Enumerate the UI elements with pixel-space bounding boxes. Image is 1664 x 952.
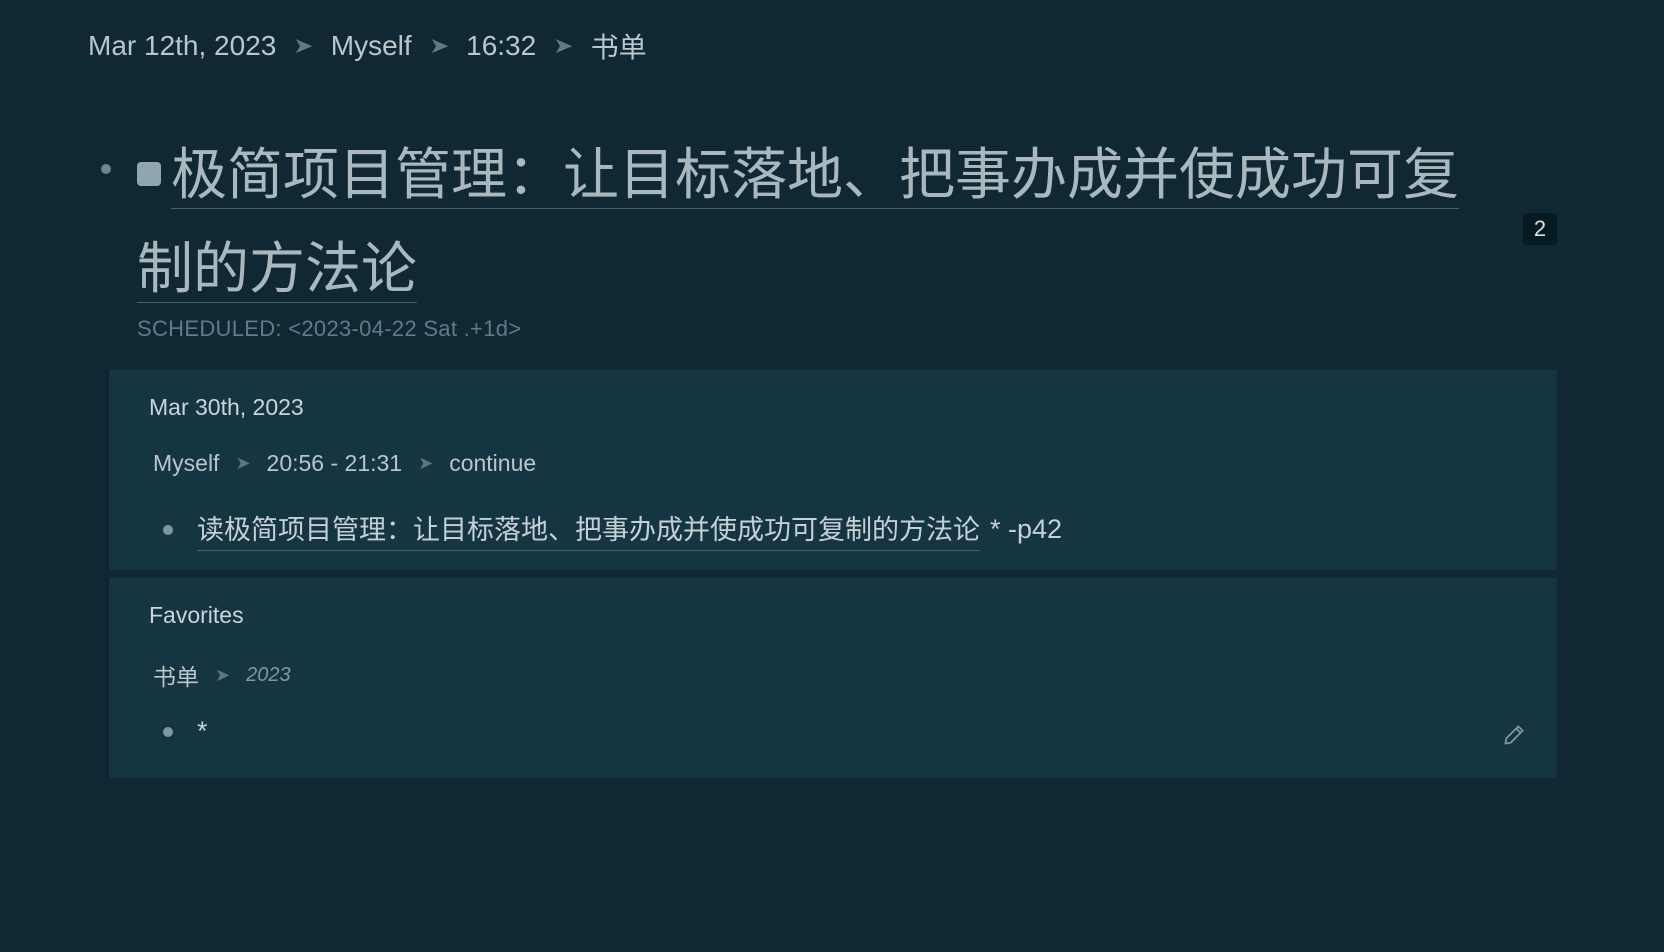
- block-title[interactable]: 极简项目管理：让目标落地、把事办成并使成功可复 制的方法论: [137, 128, 1477, 316]
- block-bullet[interactable]: [163, 524, 173, 535]
- breadcrumb-item-booklist[interactable]: 书单: [591, 26, 647, 66]
- chevron-right-icon: ➤: [215, 664, 231, 685]
- breadcrumb: Mar 12th, 2023 ➤ Myself ➤ 16:32 ➤ 书单: [88, 26, 647, 66]
- page: Mar 12th, 2023 ➤ Myself ➤ 16:32 ➤ 书单 极简项…: [0, 0, 1664, 952]
- block-bullet[interactable]: [163, 726, 173, 737]
- breadcrumb-item-myself[interactable]: Myself: [331, 30, 412, 62]
- block-title-line-2[interactable]: 制的方法论: [137, 237, 417, 303]
- reference-path-item[interactable]: continue: [449, 450, 536, 477]
- reference-path-item[interactable]: Myself: [153, 450, 219, 477]
- reference-path-item[interactable]: 书单: [153, 658, 199, 692]
- reference-panel-journal: Mar 30th, 2023 Myself ➤ 20:56 - 21:31 ➤ …: [106, 370, 1557, 570]
- reference-path: Myself ➤ 20:56 - 21:31 ➤ continue: [153, 450, 536, 477]
- chevron-right-icon: ➤: [428, 33, 450, 58]
- scheduled-date[interactable]: SCHEDULED: <2023-04-22 Sat .+1d>: [137, 316, 521, 342]
- reference-block-suffix: * -p42: [990, 514, 1063, 544]
- reference-block-text: *: [197, 716, 208, 746]
- breadcrumb-item-date[interactable]: Mar 12th, 2023: [88, 30, 276, 62]
- reference-count-badge[interactable]: 2: [1523, 213, 1557, 245]
- reference-page-title[interactable]: Favorites: [149, 602, 244, 629]
- block-title-line-1[interactable]: 极简项目管理：让目标落地、把事办成并使成功可复: [171, 143, 1459, 209]
- reference-block-link[interactable]: 读极简项目管理：让目标落地、把事办成并使成功可复制的方法论: [197, 508, 980, 551]
- chevron-right-icon: ➤: [553, 33, 574, 58]
- chevron-right-icon: ➤: [418, 453, 434, 473]
- pencil-icon[interactable]: [1501, 722, 1527, 748]
- reference-block[interactable]: *: [163, 716, 208, 747]
- breadcrumb-item-time[interactable]: 16:32: [466, 30, 536, 62]
- block-bullet[interactable]: [101, 164, 111, 174]
- chevron-right-icon: ➤: [235, 453, 251, 473]
- reference-panel-favorites: Favorites 书单 ➤ 2023 *: [106, 578, 1557, 778]
- reference-page-title[interactable]: Mar 30th, 2023: [149, 394, 304, 421]
- reference-path: 书单 ➤ 2023: [153, 658, 291, 692]
- reference-path-item[interactable]: 2023: [246, 664, 291, 687]
- reference-path-item[interactable]: 20:56 - 21:31: [267, 450, 403, 477]
- reference-block[interactable]: 读极简项目管理：让目标落地、把事办成并使成功可复制的方法论 * -p42: [163, 508, 1062, 551]
- chevron-right-icon: ➤: [293, 33, 314, 58]
